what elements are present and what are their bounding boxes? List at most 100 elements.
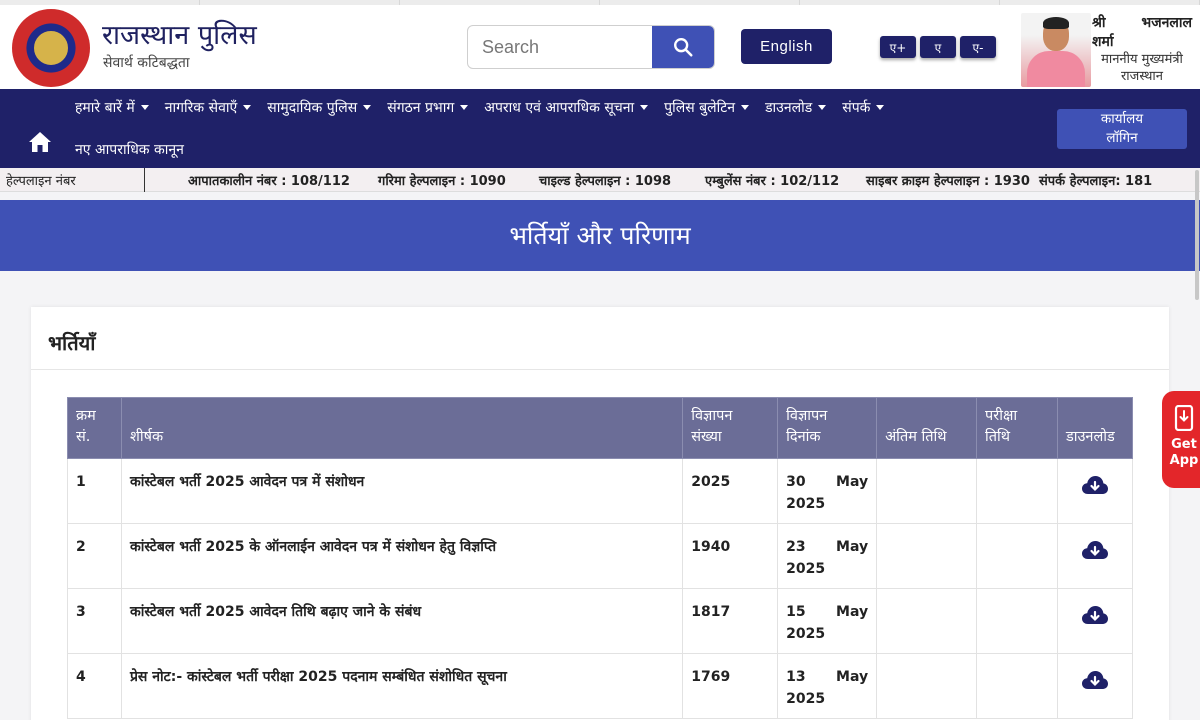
helpline-garima: गरिमा हेल्पलाइन : 1090 [378, 174, 506, 189]
nav-item-contact[interactable]: संपर्क [842, 98, 900, 117]
cell-adv-no: 1940 [682, 523, 779, 589]
chevron-down-icon [640, 105, 649, 110]
nav-item-label: पुलिस बुलेटिन [664, 100, 736, 116]
main-navigation: हमारे बारें में नागरिक सेवाएँ सामुदायिक … [0, 89, 1200, 168]
nav-item-community-police[interactable]: सामुदायिक पुलिस [267, 98, 387, 117]
home-icon[interactable] [28, 131, 52, 153]
date-month: May [836, 669, 869, 685]
cloud-download-icon[interactable] [1081, 670, 1109, 692]
get-app-label-line1: Get [1171, 437, 1197, 452]
date-month: May [836, 474, 869, 490]
cell-download [1056, 653, 1134, 719]
nav-item-label: हमारे बारें में [75, 100, 135, 116]
header-text: संख्या [691, 429, 722, 445]
cell-adv-no: 2025 [682, 458, 779, 524]
cell-title: कांस्टेबल भर्ती 2025 आवेदन तिथि बढ़ाए जा… [120, 588, 684, 654]
nav-item-about[interactable]: हमारे बारें में [75, 98, 165, 117]
nav-item-download[interactable]: डाउनलोड [765, 98, 842, 117]
table-row: 1 कांस्टेबल भर्ती 2025 आवेदन पत्र में सं… [67, 458, 1134, 524]
helpline-divider [144, 168, 145, 192]
date-day: 15 [786, 604, 806, 620]
nav-item-crime-info[interactable]: अपराध एवं आपराधिक सूचना [484, 98, 664, 117]
chevron-down-icon [876, 105, 885, 110]
cell-last-date [876, 588, 978, 654]
table-row: 2 कांस्टेबल भर्ती 2025 के ऑनलाईन आवेदन प… [67, 523, 1134, 589]
cm-first-name: भजनलाल [1141, 15, 1192, 31]
cell-last-date [876, 523, 978, 589]
font-increase-button[interactable]: ए+ [880, 36, 916, 58]
cm-name-line1: श्री भजनलाल [1092, 13, 1192, 32]
helpline-emergency: आपातकालीन नंबर : 108/112 [188, 174, 350, 189]
chevron-down-icon [140, 105, 149, 110]
english-language-button[interactable]: English [741, 29, 832, 64]
nav-item-police-bulletin[interactable]: पुलिस बुलेटिन [664, 98, 765, 117]
font-decrease-button[interactable]: ए- [960, 36, 996, 58]
cm-last-name: शर्मा [1092, 34, 1114, 50]
cm-name-prefix: श्री [1092, 15, 1106, 31]
recruitments-table: क्रम सं. शीर्षक विज्ञापन संख्या विज्ञापन दि… [67, 397, 1134, 719]
cell-download [1056, 523, 1134, 589]
nav-menu-row: हमारे बारें में नागरिक सेवाएँ सामुदायिक … [75, 98, 900, 117]
office-login-button[interactable]: कार्यालय लॉगिन [1057, 109, 1187, 149]
font-normal-button[interactable]: ए [920, 36, 956, 58]
cell-title: कांस्टेबल भर्ती 2025 आवेदन पत्र में संशो… [120, 458, 684, 524]
chevron-down-icon [460, 105, 469, 110]
site-title[interactable]: राजस्थान पुलिस [102, 15, 257, 52]
cell-last-date [876, 458, 978, 524]
chevron-down-icon [741, 105, 750, 110]
date-month: May [836, 604, 869, 620]
nav-item-label: डाउनलोड [765, 100, 813, 116]
cloud-download-icon[interactable] [1081, 475, 1109, 497]
chevron-down-icon [243, 105, 252, 110]
cm-designation: माननीय मुख्यमंत्री राजस्थान [1092, 51, 1192, 85]
table-row: 3 कांस्टेबल भर्ती 2025 आवेदन तिथि बढ़ाए … [67, 588, 1134, 654]
col-header-last-date: अंतिम तिथि [876, 397, 978, 459]
page-title: भर्तियाँ और परिणाम [509, 221, 691, 250]
page-scrollbar[interactable] [1195, 170, 1199, 300]
search-icon [674, 38, 693, 57]
search-box [467, 25, 715, 69]
chevron-down-icon [363, 105, 372, 110]
date-day: 30 [786, 474, 806, 490]
site-header: राजस्थान पुलिस सेवार्थ कटिबद्धता English… [0, 5, 1200, 89]
cell-adv-date: 23 May 2025 [777, 523, 878, 589]
header-text: विज्ञापन [786, 408, 828, 424]
cell-adv-date: 13 May 2025 [777, 653, 878, 719]
rajasthan-police-logo[interactable] [12, 9, 90, 87]
col-header-sno: क्रम सं. [67, 397, 122, 459]
nav-item-citizen-services[interactable]: नागरिक सेवाएँ [165, 98, 267, 117]
cell-exam-date [976, 588, 1058, 654]
cloud-download-icon[interactable] [1081, 605, 1109, 627]
search-button[interactable] [652, 26, 714, 68]
cell-last-date [876, 653, 978, 719]
header-text: विज्ञापन [691, 408, 733, 424]
col-header-adv-no: विज्ञापन संख्या [682, 397, 779, 459]
card-divider [31, 369, 1169, 370]
cell-adv-no: 1817 [682, 588, 779, 654]
page-title-banner: भर्तियाँ और परिणाम [0, 200, 1200, 271]
header-text: परीक्षा [985, 408, 1018, 424]
header-text: सं. [76, 429, 91, 445]
cell-exam-date [976, 458, 1058, 524]
nav-item-label: संपर्क [842, 100, 871, 116]
login-label-line1: कार्यालय [1100, 111, 1144, 127]
nav-item-new-criminal-laws[interactable]: नए आपराधिक कानून [75, 140, 184, 159]
search-input[interactable] [468, 26, 653, 68]
nav-item-label: संगठन प्रभाग [387, 100, 455, 116]
cm-designation-line2: राजस्थान [1120, 69, 1164, 84]
helpline-child: चाइल्ड हेल्पलाइन : 1098 [539, 174, 672, 189]
date-year: 2025 [786, 561, 826, 577]
helpline-contact: संपर्क हेल्पलाइन: 181 [1039, 174, 1153, 189]
nav-item-organization[interactable]: संगठन प्रभाग [387, 98, 484, 117]
col-header-download: डाउनलोड [1056, 397, 1134, 459]
col-header-title: शीर्षक [120, 397, 684, 459]
get-app-button[interactable]: Get App [1162, 391, 1200, 488]
header-text: तिथि [985, 429, 1011, 445]
card-title: भर्तियाँ [48, 331, 96, 355]
date-year: 2025 [786, 691, 826, 707]
cloud-download-icon[interactable] [1081, 540, 1109, 562]
col-header-adv-date: विज्ञापन दिनांक [777, 397, 878, 459]
cell-title: कांस्टेबल भर्ती 2025 के ऑनलाईन आवेदन पत्… [120, 523, 684, 589]
cell-download [1056, 458, 1134, 524]
nav-item-label: अपराध एवं आपराधिक सूचना [484, 100, 635, 116]
